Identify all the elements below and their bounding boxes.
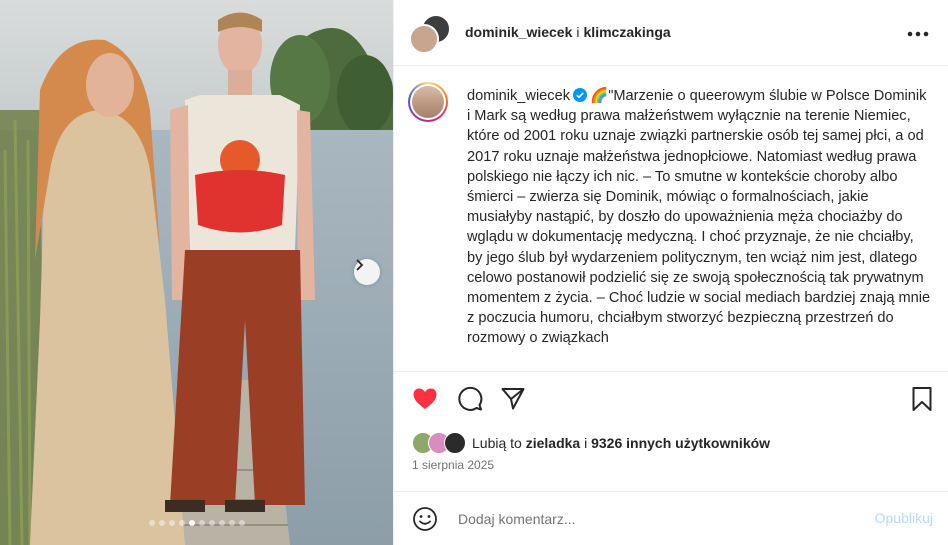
- likes-prefix: Lubią to: [472, 435, 522, 451]
- publish-button[interactable]: Opublikuj: [875, 510, 933, 526]
- more-options-button[interactable]: [907, 22, 929, 40]
- carousel-dot: [198, 520, 205, 526]
- verified-badge-icon: [573, 88, 588, 102]
- photo-image: [0, 0, 393, 545]
- comment-input[interactable]: [456, 507, 840, 531]
- post-caption: dominik_wiecek 🌈"Marzenie o queerowym ślu…: [467, 86, 932, 349]
- save-bookmark-icon[interactable]: [909, 386, 935, 412]
- post-date[interactable]: 1 sierpnia 2025: [412, 458, 494, 472]
- avatar: [412, 86, 444, 118]
- action-bar: [394, 372, 948, 424]
- likes-summary[interactable]: Lubią to zieladka i 9326 innych użytkown…: [412, 432, 770, 454]
- likes-text: Lubią to zieladka i 9326 innych użytkown…: [472, 435, 770, 451]
- more-horizontal-icon: [907, 31, 929, 37]
- chevron-right-icon: [356, 259, 364, 271]
- carousel-dot: [238, 520, 245, 526]
- avatar: [444, 432, 466, 454]
- carousel-dot: [148, 520, 155, 526]
- carousel-dot: [188, 520, 195, 526]
- carousel-dot: [178, 520, 185, 526]
- collaborator-avatars[interactable]: [409, 14, 451, 54]
- emoji-smiley-icon[interactable]: [412, 506, 438, 532]
- coauthor-username-link[interactable]: klimczakinga: [584, 24, 671, 40]
- post-photo[interactable]: [0, 0, 393, 545]
- carousel-dot: [218, 520, 225, 526]
- likes-middle: i: [584, 435, 588, 451]
- caption-username-link[interactable]: dominik_wiecek: [467, 88, 570, 104]
- author-username-link[interactable]: dominik_wiecek: [465, 24, 572, 40]
- post-authors: dominik_wiecek i klimczakinga: [465, 24, 671, 40]
- rainbow-emoji: 🌈: [590, 88, 609, 104]
- carousel-indicator: [0, 520, 393, 526]
- carousel-dot: [208, 520, 215, 526]
- carousel-dot: [168, 520, 175, 526]
- comment-bar: Opublikuj: [394, 491, 948, 545]
- post-header: dominik_wiecek i klimczakinga: [394, 0, 948, 66]
- next-photo-button[interactable]: [354, 259, 380, 285]
- caption-area[interactable]: dominik_wiecek 🌈"Marzenie o queerowym ślu…: [394, 66, 948, 372]
- like-heart-icon[interactable]: [412, 386, 438, 412]
- caption-text: "Marzenie o queerowym ślubie w Polsce Do…: [467, 88, 931, 347]
- avatar[interactable]: [409, 24, 439, 54]
- liker-avatars: [412, 432, 472, 454]
- liker-username-link[interactable]: zieladka: [526, 435, 580, 451]
- authors-separator: i: [576, 24, 580, 40]
- story-ring-avatar[interactable]: [408, 82, 448, 122]
- likes-count-link[interactable]: 9326 innych użytkowników: [591, 435, 770, 451]
- comment-icon[interactable]: [457, 386, 483, 412]
- share-send-icon[interactable]: [500, 386, 526, 412]
- carousel-dot: [158, 520, 165, 526]
- carousel-dot: [228, 520, 235, 526]
- post-detail-panel: dominik_wiecek i klimczakinga dominik_wiec…: [393, 0, 948, 545]
